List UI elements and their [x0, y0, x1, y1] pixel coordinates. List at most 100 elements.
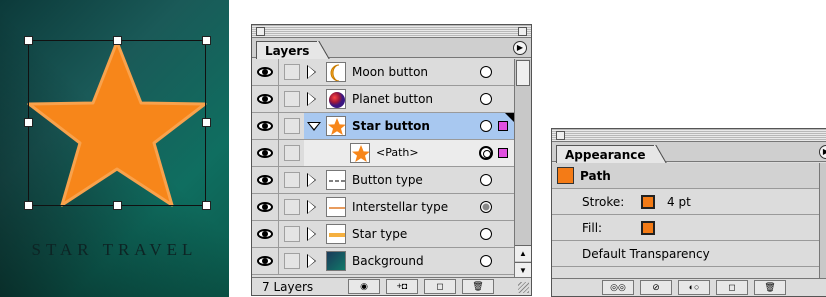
transparency-label: Default Transparency [582, 247, 710, 261]
palette-menu-icon[interactable]: ▶ [513, 41, 527, 55]
selection-handle-top-right[interactable] [202, 36, 211, 45]
duplicate-item-icon[interactable]: ◐○ [678, 280, 710, 295]
eye-icon [257, 121, 273, 131]
visibility-toggle[interactable] [252, 248, 279, 274]
stroke-weight: 4 pt [667, 195, 691, 209]
layer-name-area[interactable]: <Path> [304, 140, 514, 166]
selection-indicator-icon[interactable] [498, 121, 508, 131]
layer-row-button-type[interactable]: Button type [252, 167, 514, 194]
selection-handle-bottom-left[interactable] [24, 201, 33, 210]
scroll-up-arrow-icon[interactable]: ▲ [515, 245, 531, 261]
selection-handle-bottom-right[interactable] [202, 201, 211, 210]
expand-triangle-fill [308, 255, 315, 267]
lock-toggle[interactable] [284, 253, 300, 269]
layer-name: Button type [352, 173, 423, 187]
lock-toggle[interactable] [284, 172, 300, 188]
palette-menu-icon[interactable]: ▶ [819, 145, 826, 159]
appearance-scrollbar[interactable] [819, 163, 826, 279]
selection-bounding-box [28, 40, 206, 206]
resize-grip-icon[interactable] [518, 282, 529, 293]
close-box-icon[interactable] [256, 27, 265, 36]
appearance-stroke-row[interactable]: Stroke: 4 pt [552, 189, 826, 215]
selection-handle-bottom-middle[interactable] [113, 201, 122, 210]
target-circle-icon[interactable] [480, 255, 492, 267]
layer-row-star-button[interactable]: Star button [252, 113, 514, 140]
target-circle-icon[interactable] [480, 93, 492, 105]
layer-row-moon-button[interactable]: Moon button [252, 59, 514, 86]
layer-row-background[interactable]: Background [252, 248, 514, 275]
create-new-layer-icon[interactable]: ◻ [424, 279, 456, 294]
clear-appearance-icon[interactable]: ◻ [716, 280, 748, 295]
layers-palette-titlebar[interactable] [252, 25, 531, 38]
target-circle-icon[interactable] [480, 174, 492, 186]
selection-handle-top-middle[interactable] [113, 36, 122, 45]
scroll-down-arrow-icon[interactable]: ▼ [515, 262, 531, 278]
selection-indicator-icon[interactable] [498, 148, 508, 158]
close-box-icon[interactable] [556, 131, 565, 140]
selection-handle-top-left[interactable] [24, 36, 33, 45]
visibility-toggle[interactable] [252, 113, 279, 139]
selection-handle-middle-right[interactable] [202, 118, 211, 127]
target-circle-icon[interactable] [480, 66, 492, 78]
selection-handle-middle-left[interactable] [24, 118, 33, 127]
appearance-object-row[interactable]: Path [552, 163, 826, 189]
layer-name-area[interactable]: Star button [304, 113, 514, 139]
layer-name: Interstellar type [352, 200, 449, 214]
visibility-toggle[interactable] [252, 140, 279, 166]
make-clipping-mask-icon[interactable]: ◉ [348, 279, 380, 294]
layer-name-area[interactable]: Moon button [304, 59, 514, 85]
tab-appearance[interactable]: Appearance [556, 145, 667, 164]
background-thumbnail-icon [326, 251, 346, 271]
create-sublayer-icon[interactable]: +◘ [386, 279, 418, 294]
fill-swatch[interactable] [641, 221, 655, 235]
eye-icon [257, 94, 273, 104]
star-thumbnail-icon [326, 116, 346, 136]
new-art-maintains-appearance-icon[interactable]: ◎◎ [602, 280, 634, 295]
layer-row-interstellar-type[interactable]: Interstellar type [252, 194, 514, 221]
lock-toggle[interactable] [284, 118, 300, 134]
layer-name-area[interactable]: Star type [304, 221, 514, 247]
interstellar-type-thumbnail-icon [326, 197, 346, 217]
lock-toggle[interactable] [284, 199, 300, 215]
object-swatch [557, 167, 574, 184]
visibility-toggle[interactable] [252, 221, 279, 247]
star-type-thumbnail-icon [326, 224, 346, 244]
layers-palette: Layers ▶ Moon button Planet button Star … [251, 24, 532, 296]
appearance-transparency-row[interactable]: Default Transparency [552, 241, 826, 267]
scrollbar-thumb[interactable] [516, 60, 530, 86]
layers-scrollbar[interactable]: ▲ ▼ [514, 59, 531, 279]
layer-name-area[interactable]: Background [304, 248, 514, 274]
reduce-to-basic-appearance-icon[interactable]: ⊘ [640, 280, 672, 295]
lock-toggle[interactable] [284, 91, 300, 107]
artboard[interactable]: STAR TRAVEL [0, 0, 229, 297]
eye-icon [257, 256, 273, 266]
visibility-toggle[interactable] [252, 194, 279, 220]
layer-name: Background [352, 254, 424, 268]
eye-icon [257, 229, 273, 239]
tab-layers[interactable]: Layers [256, 41, 332, 60]
layer-name-area[interactable]: Interstellar type [304, 194, 514, 220]
visibility-toggle[interactable] [252, 86, 279, 112]
visibility-toggle[interactable] [252, 167, 279, 193]
target-circle-filled-icon[interactable] [480, 201, 492, 213]
layer-row-planet-button[interactable]: Planet button [252, 86, 514, 113]
visibility-toggle[interactable] [252, 59, 279, 85]
layers-tab-row: Layers ▶ [252, 38, 531, 60]
lock-toggle[interactable] [284, 145, 300, 161]
trash-icon[interactable]: 🗑 [462, 279, 494, 294]
target-circle-icon[interactable] [480, 120, 492, 132]
layer-row-path[interactable]: <Path> [252, 140, 514, 167]
layer-name: Planet button [352, 92, 434, 106]
layer-row-star-type[interactable]: Star type [252, 221, 514, 248]
zoom-box-icon[interactable] [518, 27, 527, 36]
appearance-fill-row[interactable]: Fill: [552, 215, 826, 241]
stroke-swatch[interactable] [641, 195, 655, 209]
lock-toggle[interactable] [284, 226, 300, 242]
layer-name-area[interactable]: Planet button [304, 86, 514, 112]
layer-name-area[interactable]: Button type [304, 167, 514, 193]
trash-icon[interactable]: 🗑 [754, 280, 786, 295]
lock-toggle[interactable] [284, 64, 300, 80]
appearance-palette-titlebar[interactable] [552, 129, 826, 142]
target-circle-icon[interactable] [480, 228, 492, 240]
target-circle-icon[interactable] [479, 146, 493, 160]
